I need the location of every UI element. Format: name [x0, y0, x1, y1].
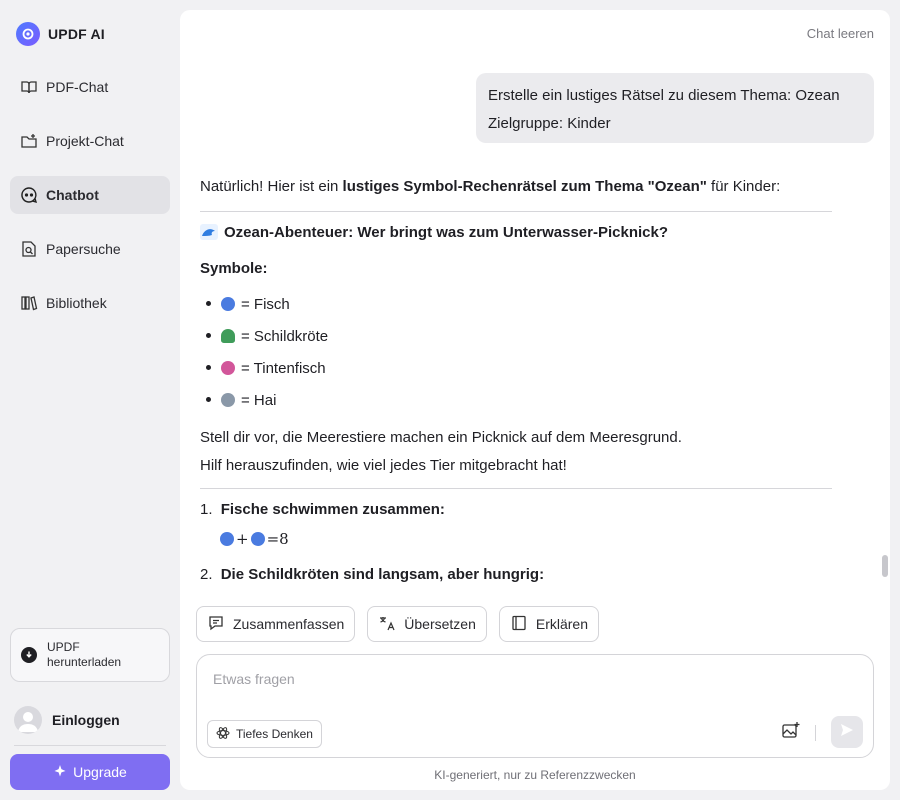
user-message-line: Zielgruppe: Kinder — [488, 115, 611, 132]
deep-thinking-toggle[interactable]: Tiefes Denken — [207, 720, 322, 748]
upgrade-label: Upgrade — [73, 764, 127, 780]
fish-emoji-icon — [221, 297, 235, 311]
wave-emoji-icon — [200, 224, 218, 240]
user-message: Erstelle ein lustiges Rätsel zu diesem T… — [476, 73, 874, 143]
library-icon — [20, 294, 38, 312]
sidebar-item-label: Projekt-Chat — [46, 133, 124, 149]
composer-divider — [815, 725, 816, 741]
divider — [200, 488, 832, 489]
summary-icon — [207, 614, 225, 635]
chat-bot-icon — [20, 186, 38, 204]
message-composer: Tiefes Denken — [196, 654, 874, 758]
app-name: UPDF AI — [48, 26, 105, 42]
step-1-equation: + =8 — [220, 530, 289, 548]
sidebar-item-label: Papersuche — [46, 241, 121, 257]
doc-search-icon — [20, 240, 38, 258]
ai-disclaimer: KI-generiert, nur zu Referenzzwecken — [434, 768, 636, 782]
avatar — [14, 706, 42, 734]
step-2: 2. Die Schildkröten sind langsam, aber h… — [200, 566, 545, 583]
scrollbar-thumb[interactable] — [882, 555, 888, 577]
list-item: = Schildkröte — [200, 328, 328, 345]
sidebar-nav: PDF-Chat Projekt-Chat Chatbot Papersuche… — [10, 68, 170, 338]
list-item: = Fisch — [200, 296, 290, 313]
sidebar-item-label: PDF-Chat — [46, 79, 109, 95]
app-logo[interactable]: UPDF AI — [16, 22, 105, 46]
atom-icon — [216, 726, 230, 743]
divider — [200, 211, 832, 212]
step-1: 1. Fische schwimmen zusammen: — [200, 501, 445, 518]
sidebar-divider — [14, 745, 166, 746]
list-item: = Hai — [200, 392, 276, 409]
user-message-line: Erstelle ein lustiges Rätsel zu diesem T… — [488, 87, 840, 104]
quick-actions: Zusammenfassen Übersetzen Erklären — [196, 606, 600, 642]
download-icon — [21, 647, 37, 663]
download-updf-button[interactable]: UPDF herunterladen — [10, 628, 170, 682]
sidebar-item-papersuche[interactable]: Papersuche — [10, 230, 170, 268]
login-button[interactable]: Einloggen — [14, 706, 120, 734]
download-label: UPDF herunterladen — [47, 640, 122, 669]
sidebar: UPDF AI PDF-Chat Projekt-Chat Chatbot Pa… — [0, 0, 180, 800]
send-icon — [839, 722, 855, 743]
upgrade-button[interactable]: Upgrade — [10, 754, 170, 790]
sidebar-item-pdf-chat[interactable]: PDF-Chat — [10, 68, 170, 106]
sidebar-item-projekt-chat[interactable]: Projekt-Chat — [10, 122, 170, 160]
message-input[interactable] — [213, 671, 813, 695]
turtle-emoji-icon — [221, 329, 235, 343]
sidebar-item-label: Chatbot — [46, 187, 99, 203]
sidebar-item-bibliothek[interactable]: Bibliothek — [10, 284, 170, 322]
translate-icon — [378, 614, 396, 635]
story-line: Hilf herauszufinden, wie viel jedes Tier… — [200, 457, 567, 474]
shark-emoji-icon — [221, 393, 235, 407]
updf-logo-icon — [16, 22, 40, 46]
story-line: Stell dir vor, die Meerestiere machen ei… — [200, 429, 682, 446]
image-add-icon — [781, 721, 801, 746]
login-label: Einloggen — [52, 712, 120, 728]
clear-chat-button[interactable]: Chat leeren — [807, 26, 874, 41]
folder-icon — [20, 132, 38, 150]
translate-button[interactable]: Übersetzen — [367, 606, 487, 642]
fish-emoji-icon — [220, 532, 234, 546]
sidebar-item-chatbot[interactable]: Chatbot — [10, 176, 170, 214]
answer-heading: Ozean-Abenteuer: Wer bringt was zum Unte… — [200, 224, 668, 241]
chat-panel: Chat leeren Erstelle ein lustiges Rätsel… — [180, 10, 890, 790]
sparkle-icon — [53, 764, 67, 781]
summarize-button[interactable]: Zusammenfassen — [196, 606, 356, 642]
answer-intro: Natürlich! Hier ist ein lustiges Symbol-… — [200, 178, 781, 195]
fish-emoji-icon — [250, 532, 265, 546]
explain-button[interactable]: Erklären — [498, 606, 600, 642]
send-button[interactable] — [831, 716, 863, 748]
image-upload-button[interactable] — [779, 721, 803, 745]
octopus-emoji-icon — [221, 361, 235, 375]
symbols-label: Symbole: — [200, 260, 268, 277]
list-item: = Tintenfisch — [200, 360, 326, 377]
sidebar-item-label: Bibliothek — [46, 295, 107, 311]
book-open-icon — [20, 78, 38, 96]
explain-book-icon — [510, 614, 528, 635]
